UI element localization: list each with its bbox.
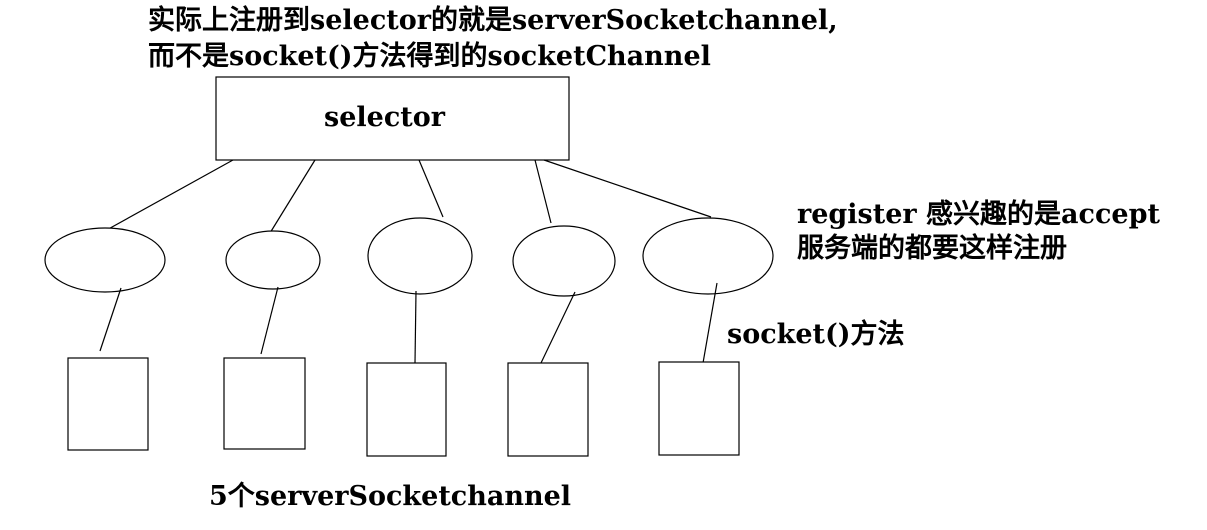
socket-line-2 <box>260 286 279 355</box>
connector-line-3 <box>418 159 444 218</box>
socket-line-4 <box>540 291 576 364</box>
channel-ellipse-4 <box>512 225 616 297</box>
selector-label: selector <box>324 102 445 133</box>
channel-ellipse-3 <box>367 217 473 295</box>
socket-line-5 <box>702 282 718 364</box>
register-note-line-2: 服务端的都要这样注册 <box>797 233 1067 264</box>
title-line-1: 实际上注册到selector的就是serverSocketchannel, <box>148 5 838 36</box>
connector-line-4 <box>534 159 552 224</box>
socket-box-3 <box>366 362 447 457</box>
socket-line-1 <box>99 287 122 352</box>
socket-line-3 <box>414 290 417 364</box>
socket-box-4 <box>507 362 589 457</box>
register-note-line-1: register 感兴趣的是accept <box>797 199 1160 230</box>
socket-box-2 <box>223 357 306 450</box>
socket-boxes <box>67 357 740 457</box>
channel-ellipse-2 <box>225 230 321 290</box>
bottom-caption: 5个serverSocketchannel <box>209 481 572 512</box>
connector-line-5 <box>543 159 712 218</box>
channel-ellipses <box>44 217 774 297</box>
connector-line-2 <box>269 159 316 234</box>
socket-method-label: socket()方法 <box>727 319 905 350</box>
socket-box-1 <box>67 357 149 451</box>
socket-box-5 <box>658 361 740 456</box>
title-line-2: 而不是socket()方法得到的socketChannel <box>148 41 711 72</box>
connector-line-1 <box>102 159 234 233</box>
channel-ellipse-1 <box>44 227 166 293</box>
channel-ellipse-5 <box>642 217 774 295</box>
socket-connector-lines <box>99 282 718 364</box>
